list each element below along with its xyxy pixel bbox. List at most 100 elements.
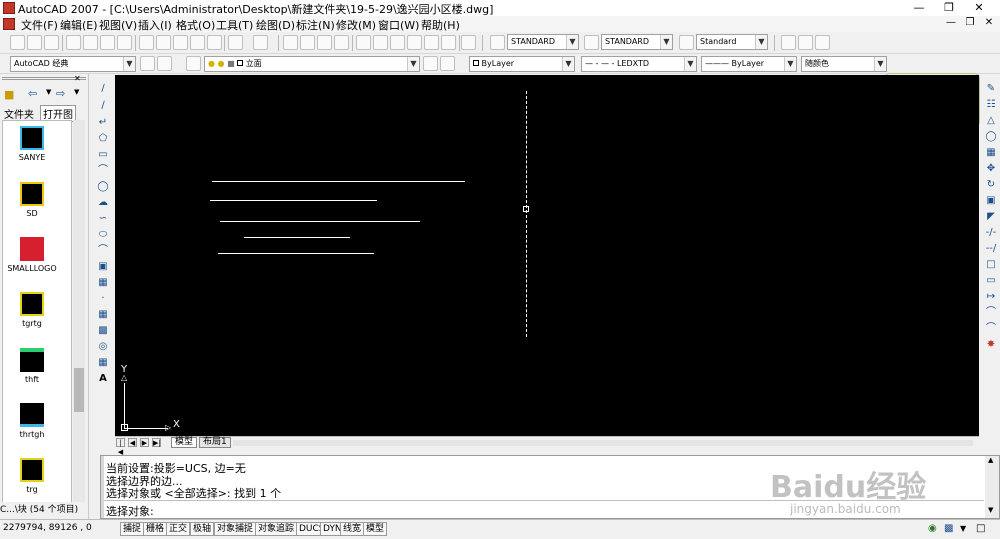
- stretch-icon[interactable]: ◤: [984, 210, 998, 224]
- text-style-dropdown[interactable]: STANDARD ▼: [507, 34, 579, 50]
- next-tab-icon[interactable]: ▶: [140, 438, 149, 447]
- drawing-line[interactable]: [210, 200, 377, 201]
- workspace-dropdown[interactable]: AutoCAD 经典 ▼: [10, 56, 136, 72]
- palette-close-icon[interactable]: ✕: [74, 74, 81, 83]
- menu-help[interactable]: 帮助(H): [421, 17, 460, 33]
- chevron-down-icon[interactable]: ▼: [46, 88, 51, 96]
- menu-window[interactable]: 窗口(W): [378, 17, 419, 33]
- join-icon[interactable]: ↦: [984, 290, 998, 304]
- chevron-down-icon[interactable]: ▼: [960, 524, 966, 533]
- list-item[interactable]: SANYE: [6, 126, 58, 162]
- line-icon[interactable]: ∕: [96, 82, 110, 96]
- save-icon[interactable]: [44, 35, 59, 50]
- forward-icon[interactable]: ⇨: [56, 87, 65, 100]
- grid-toggle[interactable]: 栅格: [143, 522, 168, 536]
- grip-handle[interactable]: [523, 206, 529, 212]
- construction-line-icon[interactable]: ∕: [96, 99, 110, 113]
- otrack-toggle[interactable]: 对象追踪: [255, 522, 298, 536]
- ellipse-arc-icon[interactable]: ⌒: [96, 244, 110, 258]
- layer-isolate-icon[interactable]: [815, 35, 830, 50]
- polar-toggle[interactable]: 极轴: [190, 522, 215, 536]
- scale-icon[interactable]: ▣: [984, 194, 998, 208]
- rectangle-icon[interactable]: ▭: [96, 148, 110, 162]
- plotstyle-dropdown[interactable]: 随颜色 ▼: [801, 56, 887, 72]
- erase-icon[interactable]: ✎: [984, 82, 998, 96]
- layer-manager-icon[interactable]: [186, 56, 201, 71]
- zoom-window-icon[interactable]: [317, 35, 332, 50]
- restore-icon[interactable]: ❐: [934, 0, 964, 16]
- ellipse-icon[interactable]: ⬭: [96, 228, 110, 242]
- chevron-down-icon[interactable]: ▼: [123, 57, 135, 71]
- plot-preview-icon[interactable]: [83, 35, 98, 50]
- osnap-toggle[interactable]: 对象捕捉: [214, 522, 257, 536]
- offset-icon[interactable]: ◯: [984, 130, 998, 144]
- scroll-thumb[interactable]: [74, 368, 84, 412]
- tool-palettes-icon[interactable]: [390, 35, 405, 50]
- linetype-dropdown[interactable]: — - — - LEDXTD ▼: [581, 56, 697, 72]
- layer-previous-icon[interactable]: [781, 35, 796, 50]
- layer-dropdown[interactable]: ● ● ■ 立面 ▼: [204, 56, 420, 72]
- make-current-layer-icon[interactable]: [423, 56, 438, 71]
- menu-tools[interactable]: 工具(T): [216, 17, 253, 33]
- revision-cloud-icon[interactable]: ☁: [96, 196, 110, 210]
- arc-icon[interactable]: ⌒: [96, 164, 110, 178]
- copy-icon[interactable]: [156, 35, 171, 50]
- rotate-icon[interactable]: ↻: [984, 178, 998, 192]
- save-workspace-icon[interactable]: [157, 56, 172, 71]
- list-item[interactable]: SMALLLOGO: [6, 237, 58, 273]
- chevron-down-icon[interactable]: ▼: [755, 35, 767, 49]
- region-icon[interactable]: ◎: [96, 340, 110, 354]
- sheet-set-icon[interactable]: [407, 35, 422, 50]
- chevron-down-icon[interactable]: ▼: [784, 57, 796, 71]
- drawing-line[interactable]: [218, 253, 374, 254]
- make-block-icon[interactable]: ▦: [96, 276, 110, 290]
- polyline-icon[interactable]: ↵: [96, 116, 110, 130]
- trim-icon[interactable]: -/-: [984, 226, 998, 240]
- palette-scrollbar[interactable]: [73, 120, 85, 516]
- selected-boundary-line[interactable]: [526, 91, 527, 337]
- menu-draw[interactable]: 绘图(D): [256, 17, 295, 33]
- 3d-dwf-icon[interactable]: [117, 35, 132, 50]
- table-style-dropdown[interactable]: Standard ▼: [696, 34, 768, 50]
- gradient-icon[interactable]: ▩: [96, 324, 110, 338]
- close-icon[interactable]: ✕: [964, 0, 994, 16]
- insert-block-icon[interactable]: ▣: [96, 260, 110, 274]
- publish-icon[interactable]: [100, 35, 115, 50]
- drawing-line[interactable]: [220, 221, 420, 222]
- drawing-line[interactable]: [244, 237, 350, 238]
- match-properties-icon[interactable]: [190, 35, 205, 50]
- first-tab-icon[interactable]: |◀: [116, 438, 125, 456]
- chevron-down-icon[interactable]: ▼: [566, 35, 578, 49]
- list-item[interactable]: trg: [6, 458, 58, 494]
- coordinates-readout[interactable]: 2279794, 89126 , 0: [3, 523, 92, 533]
- chevron-down-icon[interactable]: ▼: [562, 57, 574, 71]
- multiline-text-icon[interactable]: A: [96, 372, 110, 386]
- paste-icon[interactable]: [173, 35, 188, 50]
- ortho-toggle[interactable]: 正交: [166, 522, 191, 536]
- help-icon[interactable]: [461, 35, 476, 50]
- move-icon[interactable]: ✥: [984, 162, 998, 176]
- table-icon[interactable]: ▦: [96, 356, 110, 370]
- chevron-down-icon[interactable]: ▼: [74, 88, 79, 96]
- drawing-canvas[interactable]: △ ▷ Y X: [115, 75, 979, 436]
- copy-object-icon[interactable]: ☷: [984, 98, 998, 112]
- doc-restore-icon[interactable]: ❐: [961, 17, 979, 28]
- workspace-settings-icon[interactable]: [140, 56, 155, 71]
- menu-modify[interactable]: 修改(M): [336, 17, 376, 33]
- folder-icon[interactable]: ■: [4, 88, 14, 101]
- snap-toggle[interactable]: 捕捉: [120, 522, 145, 536]
- array-icon[interactable]: ▦: [984, 146, 998, 160]
- fillet-icon[interactable]: ⌒: [984, 322, 998, 336]
- point-icon[interactable]: ·: [96, 292, 110, 306]
- zoom-realtime-icon[interactable]: [300, 35, 315, 50]
- model-toggle[interactable]: 模型: [363, 522, 388, 536]
- tab-model[interactable]: 模型: [171, 437, 198, 448]
- chevron-down-icon[interactable]: ▼: [407, 57, 419, 71]
- layer-match-icon[interactable]: [798, 35, 813, 50]
- clean-screen-icon[interactable]: □: [976, 523, 985, 534]
- cut-icon[interactable]: [139, 35, 154, 50]
- list-item[interactable]: tgrtg: [6, 292, 58, 328]
- autocad-app-icon[interactable]: [3, 2, 15, 14]
- redo-icon[interactable]: [253, 35, 268, 50]
- table-style-icon[interactable]: [679, 35, 694, 50]
